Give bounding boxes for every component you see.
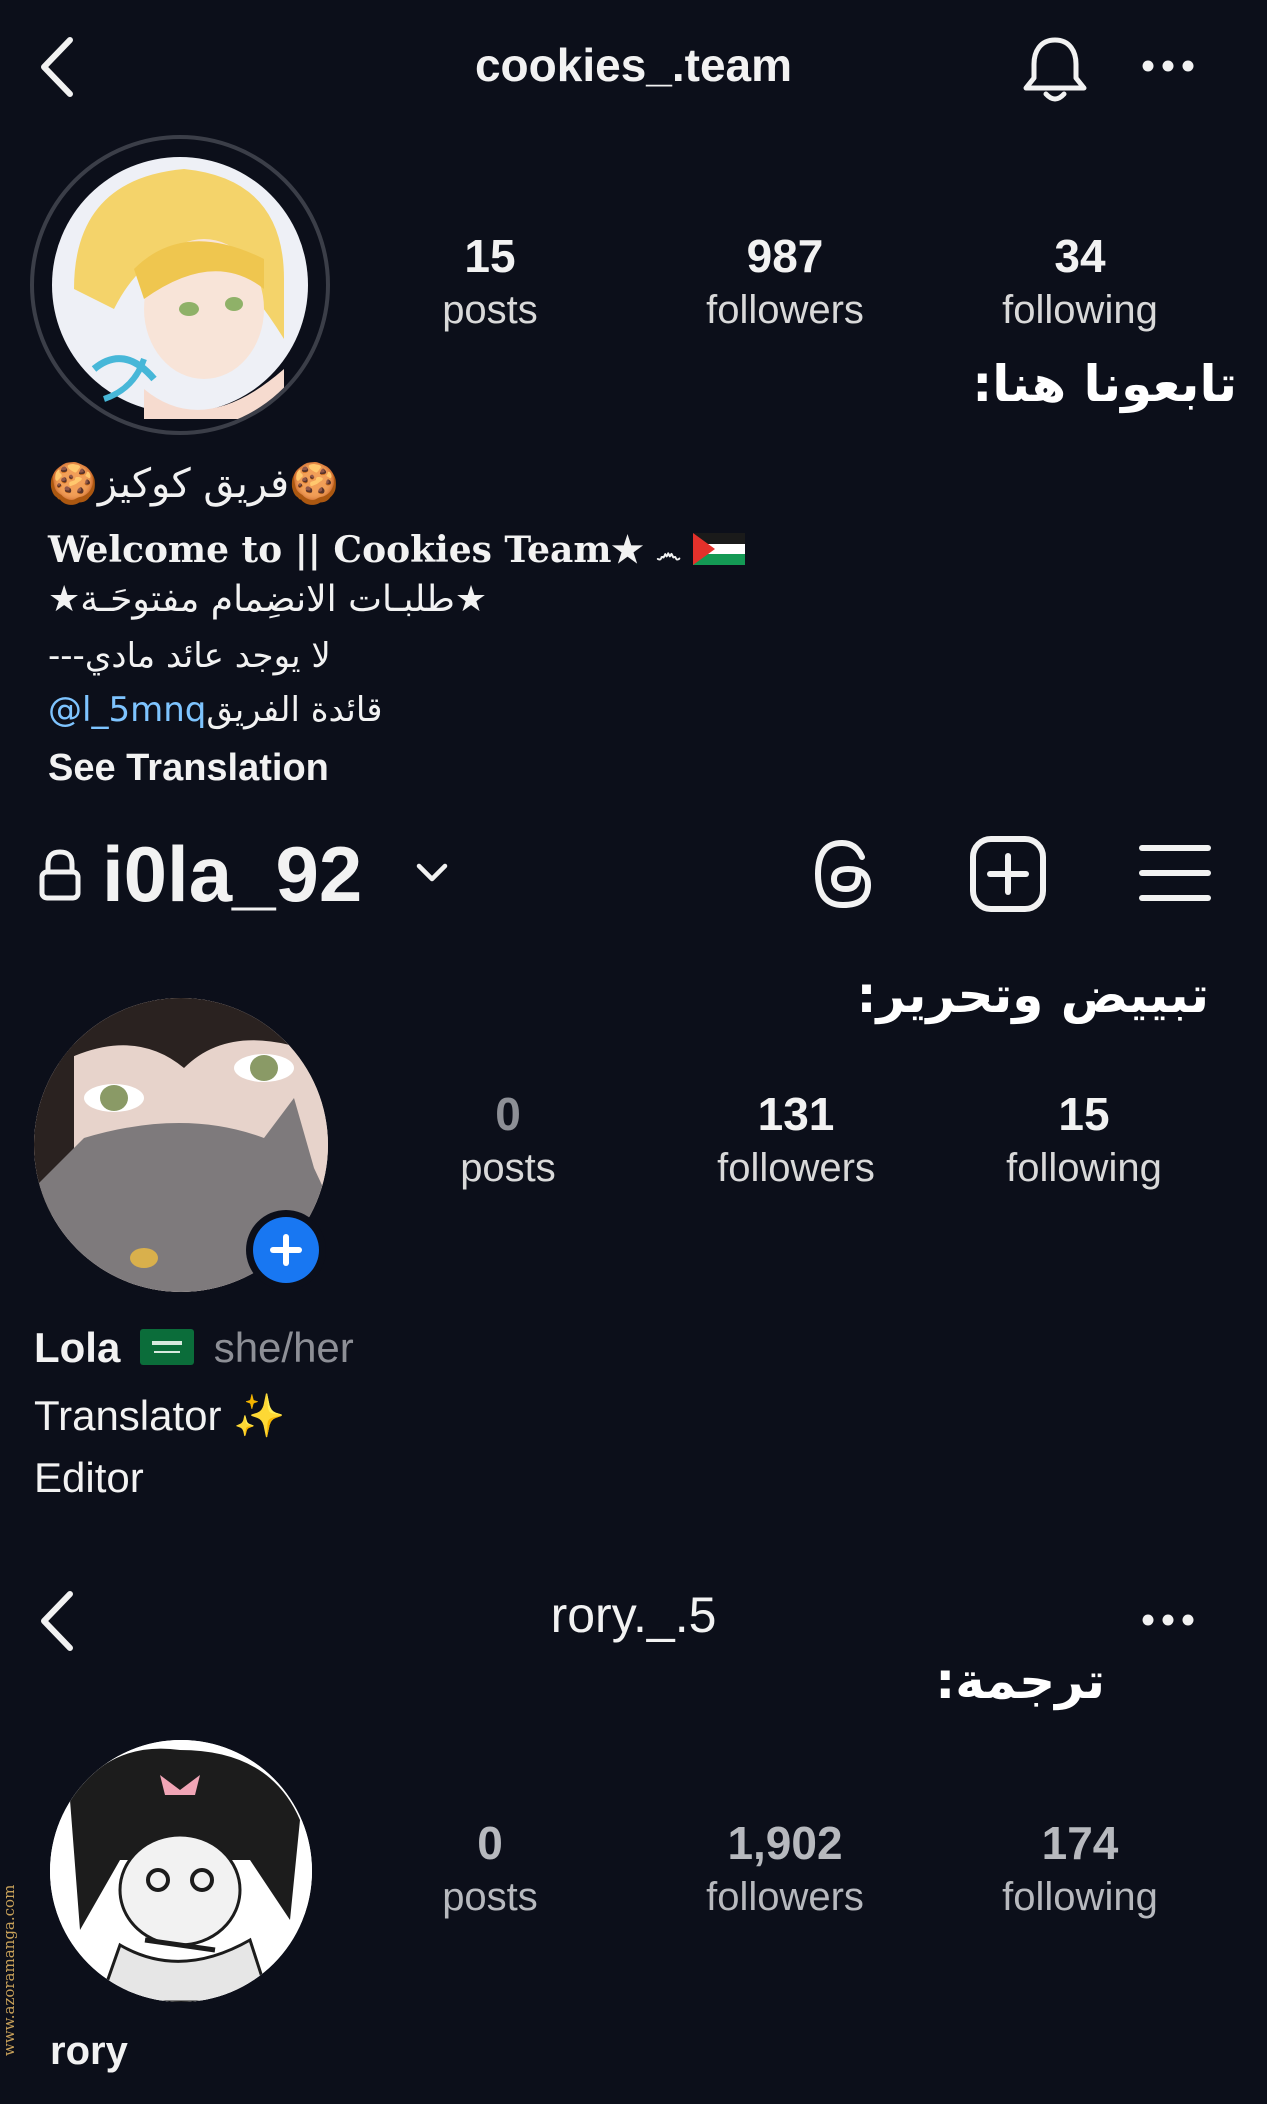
bio-leader-link[interactable]: @l_5mnq: [48, 690, 206, 730]
bell-icon[interactable]: [1020, 32, 1090, 104]
avatar-illustration: [50, 1740, 312, 2002]
following-label: following: [1002, 288, 1158, 332]
section-note-follow: تابعونا هنا:: [972, 355, 1237, 413]
following-label: following: [1006, 1146, 1162, 1190]
threads-icon[interactable]: [806, 835, 880, 913]
following-count: 34: [1054, 230, 1106, 282]
posts-count: 0: [495, 1088, 521, 1140]
more-options-icon[interactable]: [1140, 58, 1196, 74]
bio-line-editor: Editor: [34, 1454, 144, 1501]
menu-icon[interactable]: [1138, 840, 1212, 906]
bio-line-no-profit: ---لا يوجد عائد مادي: [48, 636, 331, 676]
posts-count: 15: [464, 230, 516, 282]
followers-count: 131: [757, 1088, 835, 1140]
following-label: following: [1002, 1875, 1158, 1919]
posts-stat[interactable]: 0 posts: [388, 1086, 628, 1194]
followers-stat[interactable]: 1,902 followers: [665, 1815, 905, 1923]
posts-stat[interactable]: 15 posts: [370, 228, 610, 336]
bio-name: 🍪فريق كوكيز🍪: [48, 461, 339, 507]
followers-count: 1,902: [727, 1817, 843, 1869]
followers-label: followers: [706, 288, 864, 332]
followers-label: followers: [706, 1875, 864, 1919]
following-stat[interactable]: 15 following: [964, 1086, 1204, 1194]
display-name: Lola: [34, 1324, 121, 1371]
section-note-edit: تبييض وتحرير:: [856, 966, 1210, 1024]
avatar[interactable]: [50, 1740, 312, 2002]
add-story-button[interactable]: [246, 1210, 326, 1290]
lock-icon: [38, 848, 82, 902]
pronouns: she/her: [213, 1324, 354, 1371]
posts-label: posts: [460, 1146, 556, 1190]
posts-label: posts: [442, 1875, 538, 1919]
bio-welcome-text: Welcome to || Cookies Team★: [48, 529, 644, 571]
posts-stat[interactable]: 0 posts: [370, 1815, 610, 1923]
bio-line-requests: ★طلبـات الانضِمام مفتوحَـة★: [48, 579, 488, 620]
followers-stat[interactable]: 987 followers: [665, 228, 905, 336]
saudi-flag-icon: [140, 1323, 195, 1379]
more-options-icon[interactable]: [1140, 1612, 1196, 1628]
bio-name-row: Lola she/her: [34, 1320, 354, 1379]
bio-line-translator: Translator ✨: [34, 1392, 286, 1439]
watermark: www.azoramanga.com: [0, 1884, 18, 2056]
following-count: 174: [1041, 1817, 1119, 1869]
following-stat[interactable]: 34 following: [960, 228, 1200, 336]
bio-line-welcome: Welcome to || Cookies Team★ ෴: [48, 524, 746, 580]
section-note-translation: ترجمة:: [935, 1652, 1105, 1710]
display-name: rory: [50, 2029, 128, 2073]
chevron-down-icon[interactable]: [415, 862, 449, 884]
posts-label: posts: [442, 288, 538, 332]
followers-stat[interactable]: 131 followers: [676, 1086, 916, 1194]
avatar[interactable]: [30, 135, 330, 435]
palestine-flag-icon: [693, 527, 746, 579]
sparkle-symbol-icon: ෴: [656, 539, 681, 569]
account-switcher-username[interactable]: i0la_92: [102, 826, 362, 922]
following-stat[interactable]: 174 following: [960, 1815, 1200, 1923]
profile-username: rory._.5: [550, 1587, 717, 1643]
avatar-illustration: [52, 157, 308, 419]
followers-label: followers: [717, 1146, 875, 1190]
bio-line-leader: @l_5mnqقائدة الفريق: [48, 684, 382, 736]
plus-icon: [268, 1232, 304, 1268]
followers-count: 987: [746, 230, 824, 282]
see-translation-link[interactable]: See Translation: [48, 742, 329, 794]
posts-count: 0: [477, 1817, 503, 1869]
new-post-icon[interactable]: [968, 834, 1048, 914]
bio-leader-text: قائدة الفريق: [206, 690, 383, 730]
following-count: 15: [1058, 1088, 1110, 1140]
